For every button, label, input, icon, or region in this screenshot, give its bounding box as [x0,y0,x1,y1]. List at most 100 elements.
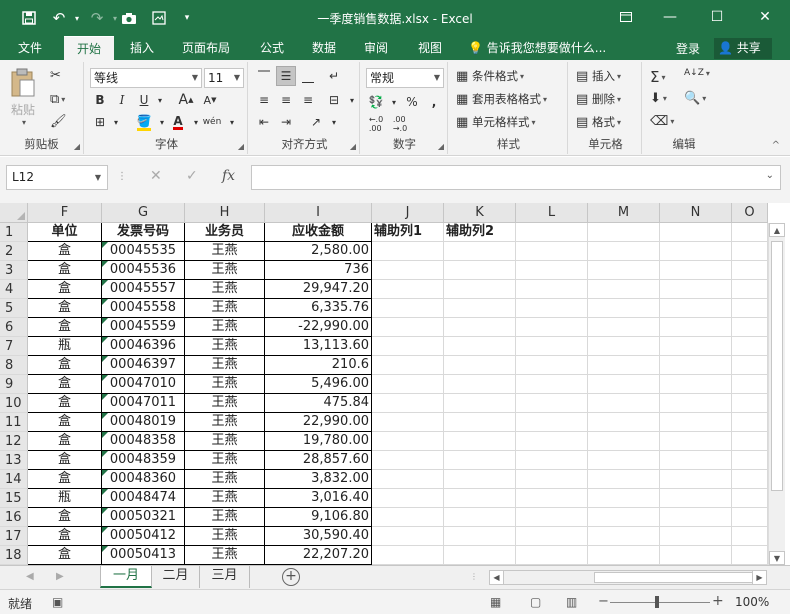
orientation-button[interactable]: ↗ [306,112,326,132]
bold-button[interactable]: B [90,90,110,110]
cell-m13[interactable] [588,451,660,470]
cell-o13[interactable] [732,451,768,470]
cell-k18[interactable] [444,546,516,565]
alignment-launcher-icon[interactable]: ◢ [350,142,356,151]
phonetic-button[interactable]: wén [202,112,222,132]
cell-m5[interactable] [588,299,660,318]
zoom-slider-track[interactable] [610,602,710,603]
cell-f3[interactable]: 盒 [28,261,102,280]
cell-i5[interactable]: 6,335.76 [265,299,372,318]
cell-k9[interactable] [444,375,516,394]
horizontal-scrollbar[interactable]: ◀ ▶ [489,570,767,585]
tab-review[interactable]: 审阅 [354,36,398,60]
cell-f16[interactable]: 盒 [28,508,102,527]
cell-n13[interactable] [660,451,732,470]
cell-h6[interactable]: 王燕 [185,318,265,337]
row-header[interactable]: 4 [0,280,28,299]
cell-h14[interactable]: 王燕 [185,470,265,489]
tab-formulas[interactable]: 公式 [250,36,294,60]
cell-o5[interactable] [732,299,768,318]
column-header-i[interactable]: I [265,203,372,223]
font-name-combo[interactable]: 等线 ▼ [90,68,202,88]
cell-k12[interactable] [444,432,516,451]
copy-dropdown-icon[interactable]: ▾ [61,95,65,104]
cell-l14[interactable] [516,470,588,489]
cell-i2[interactable]: 2,580.00 [265,242,372,261]
cell-m14[interactable] [588,470,660,489]
accounting-format-button[interactable]: 💱 [366,92,386,112]
percent-button[interactable]: % [402,92,422,112]
cell-j3[interactable] [372,261,444,280]
cell-m16[interactable] [588,508,660,527]
cell-j16[interactable] [372,508,444,527]
cell-f14[interactable]: 盒 [28,470,102,489]
italic-button[interactable]: I [112,90,132,110]
cell-i11[interactable]: 22,990.00 [265,413,372,432]
fill-color-button[interactable]: 🪣 [134,112,154,132]
cell-k17[interactable] [444,527,516,546]
cell-f6[interactable]: 盒 [28,318,102,337]
cell-g17[interactable]: 00050412 [102,527,185,546]
cell-f4[interactable]: 盒 [28,280,102,299]
cut-button[interactable]: ✂ [50,68,61,83]
row-header[interactable]: 13 [0,451,28,470]
cell-f7[interactable]: 瓶 [28,337,102,356]
cell-l16[interactable] [516,508,588,527]
cell-o16[interactable] [732,508,768,527]
cell-j10[interactable] [372,394,444,413]
macro-record-icon[interactable]: ▣ [52,595,63,609]
cell-o6[interactable] [732,318,768,337]
cell-m8[interactable] [588,356,660,375]
cell-g18[interactable]: 00050413 [102,546,185,565]
cell-i4[interactable]: 29,947.20 [265,280,372,299]
format-painter-button[interactable]: 🖌 [50,114,67,129]
enter-icon[interactable]: ✓ [186,168,198,184]
cell-o17[interactable] [732,527,768,546]
cell-l2[interactable] [516,242,588,261]
cell-n2[interactable] [660,242,732,261]
cell-o18[interactable] [732,546,768,565]
shrink-font-button[interactable]: A ▼ [200,90,220,110]
column-header-m[interactable]: M [588,203,660,223]
cell-n14[interactable] [660,470,732,489]
font-size-dropdown-icon[interactable]: ▼ [234,69,240,87]
cell-k8[interactable] [444,356,516,375]
add-sheet-button[interactable]: + [282,568,300,586]
cell-h4[interactable]: 王燕 [185,280,265,299]
cell-h9[interactable]: 王燕 [185,375,265,394]
cell-m6[interactable] [588,318,660,337]
scroll-up-icon[interactable]: ▲ [769,223,785,237]
cell-g15[interactable]: 00048474 [102,489,185,508]
cell-n8[interactable] [660,356,732,375]
cell-h15[interactable]: 王燕 [185,489,265,508]
cell-g16[interactable]: 00050321 [102,508,185,527]
cell-n11[interactable] [660,413,732,432]
cell-n4[interactable] [660,280,732,299]
cell-o7[interactable] [732,337,768,356]
row-header[interactable]: 5 [0,299,28,318]
cell-i18[interactable]: 22,207.20 [265,546,372,565]
scroll-down-icon[interactable]: ▼ [769,551,785,565]
cell-n12[interactable] [660,432,732,451]
cell-l18[interactable] [516,546,588,565]
cell-o1[interactable] [732,223,768,242]
select-all-corner[interactable] [0,203,28,223]
cell-m11[interactable] [588,413,660,432]
cell-i9[interactable]: 5,496.00 [265,375,372,394]
sheet-tab-jan[interactable]: 一月 [100,566,152,588]
cell-n3[interactable] [660,261,732,280]
cell-k4[interactable] [444,280,516,299]
cell-l3[interactable] [516,261,588,280]
autosum-button[interactable]: Σ ▾ [650,68,666,86]
row-header[interactable]: 2 [0,242,28,261]
cell-h18[interactable]: 王燕 [185,546,265,565]
cell-k14[interactable] [444,470,516,489]
cell-j12[interactable] [372,432,444,451]
cell-k15[interactable] [444,489,516,508]
insert-cells-button[interactable]: ▤ 插入 ▾ [576,68,621,84]
cell-j7[interactable] [372,337,444,356]
format-as-table-button[interactable]: ▦ 套用表格格式 ▾ [456,91,547,107]
cell-l12[interactable] [516,432,588,451]
cell-l11[interactable] [516,413,588,432]
expand-formula-bar-icon[interactable]: ⌄ [766,170,774,181]
